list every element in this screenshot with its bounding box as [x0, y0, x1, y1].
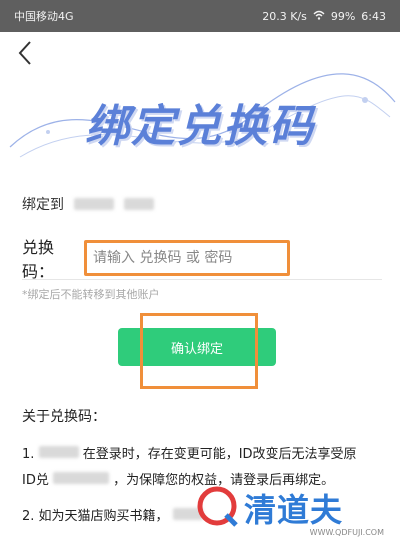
network-speed: 20.3 K/s	[262, 9, 307, 23]
clock: 6:43	[361, 9, 386, 23]
status-bar: 中国移动4G 20.3 K/s 99% 6:43	[0, 0, 400, 32]
code-row: 兑换码：	[22, 238, 382, 281]
battery-level: 99%	[330, 9, 356, 23]
item1-line2-prefix: ID兑	[22, 473, 49, 488]
blurred-text	[38, 446, 79, 458]
status-right: 20.3 K/s 99% 6:43	[262, 10, 386, 23]
divider	[22, 279, 382, 280]
watermark-text: 清道夫	[244, 491, 344, 529]
item1-prefix: 1.	[22, 447, 35, 462]
watermark: 清道夫 WWW.QDFUJI.COM	[196, 483, 386, 537]
code-label: 兑换码：	[22, 238, 55, 281]
item2-text: 2. 如为天猫店购买书籍，	[22, 509, 169, 524]
blurred-account	[74, 198, 114, 210]
carrier-label: 中国移动4G	[14, 10, 74, 23]
bound-prefix: 绑定到	[22, 197, 64, 213]
page-title: 绑定兑换码	[85, 101, 315, 152]
about-title: 关于兑换码：	[22, 409, 106, 425]
highlight-box	[140, 313, 258, 389]
wifi-icon	[313, 10, 325, 23]
bound-account-line: 绑定到	[22, 194, 154, 214]
code-input[interactable]	[84, 240, 290, 276]
watermark-logo-icon	[196, 485, 238, 531]
watermark-url: WWW.QDFUJI.COM	[309, 528, 384, 537]
item1-text: 在登录时，存在变更可能，ID改变后无法享受原	[82, 447, 357, 462]
blurred-account-2	[124, 198, 154, 210]
blurred-text-2	[53, 472, 109, 484]
bind-note: *绑定后不能转移到其他账户	[22, 288, 160, 301]
